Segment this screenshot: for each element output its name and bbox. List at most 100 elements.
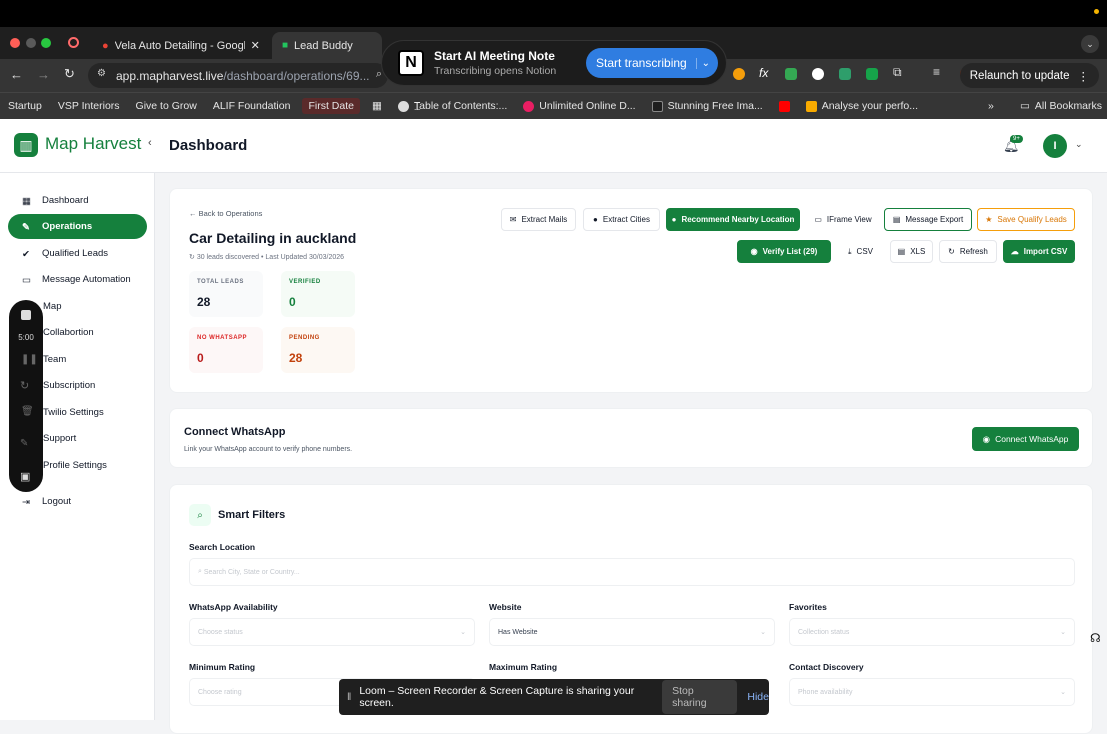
extract-cities-button[interactable]: ● Extract Cities xyxy=(583,208,660,231)
sidebar-item-label: Logout xyxy=(42,496,72,507)
folder-icon: ▭ xyxy=(1020,100,1030,112)
stat-pending: PENDING 28 xyxy=(281,327,355,373)
message-export-button[interactable]: ▤ Message Export xyxy=(884,208,972,231)
extensions-puzzle-icon[interactable]: ⧉ xyxy=(893,65,902,80)
star-icon: ★ xyxy=(985,215,993,224)
trash-icon[interactable]: 🗑︎ xyxy=(21,406,34,417)
whatsapp-subtitle: Link your WhatsApp account to verify pho… xyxy=(184,446,353,453)
website-select[interactable]: Has Website ⌄ xyxy=(489,618,775,646)
bookmark-analyse[interactable]: Analyse your perfo... xyxy=(798,100,926,112)
collapse-sidebar-icon[interactable]: ‹ xyxy=(148,137,152,149)
chevron-down-icon[interactable]: ⌄ xyxy=(695,57,710,69)
sidebar-item-qualified-leads[interactable]: ✔ Qualified Leads xyxy=(8,241,147,266)
drag-handle-icon[interactable]: ‖ xyxy=(347,691,351,703)
mail-icon: ✉ xyxy=(509,215,517,224)
csv-button[interactable]: ⤓ CSV xyxy=(838,240,883,263)
download-icon: ⤓ xyxy=(848,246,852,256)
button-label: Verify List (29) xyxy=(762,247,818,256)
zoom-icon[interactable]: ⌕ xyxy=(376,68,382,81)
restart-icon[interactable]: ↻ xyxy=(20,379,29,392)
back-arrow-icon[interactable]: ← xyxy=(10,67,23,82)
meta-text: 30 leads discovered • Last Updated 30/03… xyxy=(196,254,345,261)
extension-2-icon[interactable] xyxy=(785,68,797,80)
maximize-window-icon[interactable] xyxy=(41,38,51,48)
address-bar[interactable]: ⚙ app.mapharvest.live/dashboard/operatio… xyxy=(88,63,388,88)
camera-icon[interactable]: ▣ xyxy=(20,470,30,483)
bookmark-vsp[interactable]: VSP Interiors xyxy=(50,100,128,112)
site-settings-icon[interactable]: ⚙ xyxy=(97,68,106,79)
reload-icon[interactable]: ↻ xyxy=(64,66,75,82)
stop-sharing-button[interactable]: Stop sharing xyxy=(662,680,738,714)
hide-button[interactable]: Hide xyxy=(747,691,769,703)
apps-grid-icon[interactable]: ▦ xyxy=(364,100,390,112)
verify-list-button[interactable]: ◉ Verify List (29) xyxy=(737,240,831,263)
more-vert-icon[interactable]: ⋮ xyxy=(1078,69,1090,83)
button-label: Connect WhatsApp xyxy=(995,434,1069,444)
connect-whatsapp-button[interactable]: ◉ Connect WhatsApp xyxy=(972,427,1079,451)
more-bookmarks-icon[interactable]: » xyxy=(980,100,1002,112)
start-transcribing-button[interactable]: Start transcribing ⌄ xyxy=(586,48,718,78)
all-bookmarks[interactable]: ▭ All Bookmarks xyxy=(1012,100,1107,112)
bookmark-alif[interactable]: ALIF Foundation xyxy=(205,100,299,112)
search-location-input[interactable]: ⌕ Search City, State or Country... xyxy=(189,558,1075,586)
extension-5-icon[interactable] xyxy=(866,68,878,80)
bookmark-first-date[interactable]: First Date xyxy=(302,98,360,114)
favorites-select[interactable]: Collection status ⌄ xyxy=(789,618,1075,646)
extension-1-icon[interactable] xyxy=(733,68,745,80)
bookmark-favicon-icon xyxy=(778,100,790,112)
relaunch-button[interactable]: Relaunch to update ⋮ xyxy=(959,63,1099,88)
stat-value: 28 xyxy=(289,351,303,365)
website-label: Website xyxy=(489,602,522,612)
sidebar-item-label: Dashboard xyxy=(42,195,89,206)
tab-vela-auto[interactable]: ● Vela Auto Detailing - Google I ✕ xyxy=(92,32,270,59)
sidebar-item-label: Support xyxy=(43,433,77,444)
refresh-button[interactable]: ↻ Refresh xyxy=(939,240,997,263)
chevron-down-icon[interactable]: ⌄ xyxy=(1075,139,1083,150)
recording-dot xyxy=(1094,9,1099,14)
loom-control-panel: 5:00 ❚❚ ↻ 🗑︎ ✎ ▣ xyxy=(9,300,43,492)
sidebar-item-operations[interactable]: ✎ Operations xyxy=(8,214,147,239)
sidebar-item-label: Message Automation xyxy=(42,274,131,285)
stop-recording-icon[interactable] xyxy=(21,310,31,320)
bookmark-unlimited[interactable]: Unlimited Online D... xyxy=(515,100,643,112)
close-tab-icon[interactable]: ✕ xyxy=(251,39,260,52)
bookmark-startup[interactable]: Startup xyxy=(0,100,50,112)
notification-badge: 9+ xyxy=(1010,135,1023,143)
stat-total-leads: TOTAL LEADS 28 xyxy=(189,271,263,317)
tab-search-icon[interactable]: ⌄ xyxy=(1081,35,1099,53)
user-avatar[interactable]: I xyxy=(1043,134,1067,158)
pause-icon[interactable]: ❚❚ xyxy=(21,354,38,365)
iframe-view-button[interactable]: ▭ IFrame View xyxy=(807,208,879,231)
bookmark-give-to-grow[interactable]: Give to Grow xyxy=(128,100,205,112)
recommend-location-button[interactable]: ● Recommend Nearby Location xyxy=(666,208,800,231)
bookmark-favicon-icon xyxy=(805,100,817,112)
globe-icon xyxy=(397,100,409,112)
import-csv-button[interactable]: ☁ Import CSV xyxy=(1003,240,1075,263)
youtube-icon[interactable] xyxy=(771,100,798,112)
contact-discovery-select[interactable]: Phone availability ⌄ xyxy=(789,678,1075,706)
tab-lead-buddy[interactable]: ■ Lead Buddy xyxy=(272,32,382,59)
sidebar-item-dashboard[interactable]: ▦ Dashboard xyxy=(8,188,147,213)
whatsapp-icon: ◉ xyxy=(750,247,758,256)
draw-icon[interactable]: ✎ xyxy=(20,438,28,449)
extension-fx-icon[interactable]: fx xyxy=(759,66,768,80)
button-label: Recommend Nearby Location xyxy=(681,215,795,224)
extract-mails-button[interactable]: ✉ Extract Mails xyxy=(501,208,576,231)
save-qualify-leads-button[interactable]: ★ Save Qualify Leads xyxy=(977,208,1075,231)
extension-3-icon[interactable] xyxy=(812,68,824,80)
forward-arrow-icon[interactable]: → xyxy=(37,67,50,82)
close-window-icon[interactable] xyxy=(10,38,20,48)
support-headset-icon[interactable]: ☊ xyxy=(1090,631,1101,645)
sidebar-item-logout[interactable]: ⇥ Logout xyxy=(8,489,147,514)
operation-title: Car Detailing in auckland xyxy=(189,230,357,246)
bookmark-toc[interactable]: Table of Contents:... xyxy=(390,100,515,112)
extension-4-icon[interactable] xyxy=(839,68,851,80)
bookmark-stunning[interactable]: Stunning Free Ima... xyxy=(644,100,771,112)
whatsapp-availability-select[interactable]: Choose status ⌄ xyxy=(189,618,475,646)
sidebar-item-message-automation[interactable]: ▭ Message Automation xyxy=(8,267,147,292)
minimize-window-icon[interactable] xyxy=(26,38,36,48)
media-control-icon[interactable]: ≡ xyxy=(933,65,940,79)
button-label: Import CSV xyxy=(1023,247,1068,256)
xls-button[interactable]: ▤ XLS xyxy=(890,240,933,263)
back-to-operations-link[interactable]: ← Back to Operations xyxy=(189,209,262,218)
